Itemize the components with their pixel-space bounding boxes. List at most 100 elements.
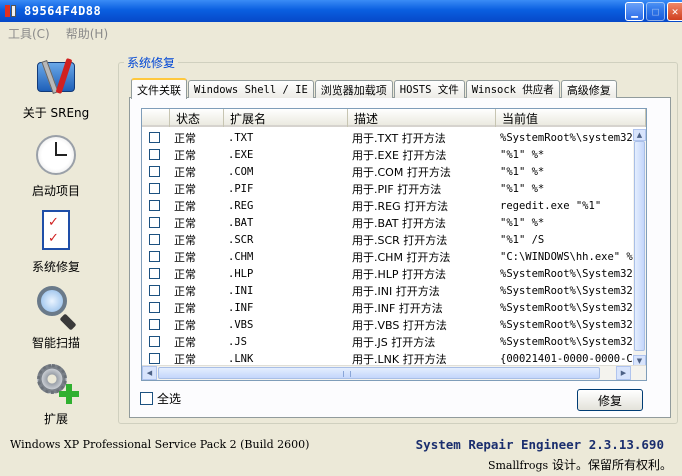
row-current-value: %SystemRoot%\System32\ xyxy=(500,267,634,280)
tab-windows-shell-ie[interactable]: Windows Shell / IE xyxy=(188,80,314,98)
row-checkbox[interactable] xyxy=(149,319,160,330)
menu-help[interactable]: 帮助(H) xyxy=(58,25,116,42)
row-status: 正常 xyxy=(174,131,196,145)
close-button[interactable]: ✕ xyxy=(667,1,682,21)
nav-item-label: 智能扫描 xyxy=(31,336,80,350)
row-checkbox[interactable] xyxy=(149,353,160,364)
table-row[interactable]: 正常 .BAT 用于.BAT 打开方法 "%1" %* xyxy=(142,214,634,231)
row-status: 正常 xyxy=(174,284,196,298)
row-checkbox[interactable] xyxy=(149,166,160,177)
scroll-up-arrow[interactable]: ▲ xyxy=(633,129,646,141)
row-checkbox[interactable] xyxy=(149,234,160,245)
row-status: 正常 xyxy=(174,318,196,332)
table-row[interactable]: 正常 .INI 用于.INI 打开方法 %SystemRoot%\System32\ xyxy=(142,282,634,299)
tab-hosts-file[interactable]: HOSTS 文件 xyxy=(393,80,465,98)
row-current-value: %SystemRoot%\System32\ xyxy=(500,335,634,348)
row-checkbox[interactable] xyxy=(149,200,160,211)
header-checkbox-col[interactable] xyxy=(142,109,170,127)
table-row[interactable]: 正常 .INF 用于.INF 打开方法 %SystemRoot%\System32\ xyxy=(142,299,634,316)
row-current-value: {00021401-0000-0000-C00 xyxy=(500,352,634,365)
group-title: 系统修复 xyxy=(124,54,179,71)
minimize-button[interactable]: ▁ xyxy=(625,1,644,21)
header-current-value[interactable]: 当前值 xyxy=(496,109,646,127)
table-row[interactable]: 正常 .EXE 用于.EXE 打开方法 "%1" %* xyxy=(142,146,634,163)
row-extension: .BAT xyxy=(228,216,254,229)
tab-browser-addons[interactable]: 浏览器加载项 xyxy=(314,80,393,98)
table-row[interactable]: 正常 .VBS 用于.VBS 打开方法 %SystemRoot%\System32\ xyxy=(142,316,634,333)
row-checkbox[interactable] xyxy=(149,217,160,228)
row-extension: .PIF xyxy=(228,182,254,195)
row-current-value: "C:\WINDOWS\hh.exe" %1 xyxy=(500,250,634,263)
table-row[interactable]: 正常 .COM 用于.COM 打开方法 "%1" %* xyxy=(142,163,634,180)
row-checkbox[interactable] xyxy=(149,268,160,279)
row-extension: .SCR xyxy=(228,233,254,246)
row-checkbox[interactable] xyxy=(149,132,160,143)
file-association-list[interactable]: 状态 扩展名 描述 当前值 正常 .TXT 用于.TXT 打开方法 %SystemRo… xyxy=(141,108,647,381)
row-current-value: "%1" %* xyxy=(500,148,545,161)
table-row[interactable]: 正常 .HLP 用于.HLP 打开方法 %SystemRoot%\System32\ xyxy=(142,265,634,282)
row-status: 正常 xyxy=(174,216,196,230)
select-all-checkbox[interactable]: 全选 xyxy=(140,390,181,407)
horizontal-scroll-thumb[interactable] xyxy=(158,367,600,379)
list-body: 正常 .TXT 用于.TXT 打开方法 %SystemRoot%\system32\ 正… xyxy=(142,129,634,367)
row-description: 用于.PIF 打开方法 xyxy=(352,182,442,196)
select-all-label: 全选 xyxy=(157,392,182,406)
row-description: 用于.SCR 打开方法 xyxy=(352,233,448,247)
tab-label: HOSTS 文件 xyxy=(399,84,459,96)
row-checkbox[interactable] xyxy=(149,336,160,347)
magnifier-icon xyxy=(33,284,79,331)
row-checkbox[interactable] xyxy=(149,302,160,313)
tab-winsock-provider[interactable]: Winsock 供应者 xyxy=(465,80,560,98)
tab-label: Windows Shell / IE xyxy=(194,83,308,96)
horizontal-scrollbar[interactable]: ◀ ▶ xyxy=(142,365,646,380)
row-description: 用于.COM 打开方法 xyxy=(352,165,451,179)
row-description: 用于.TXT 打开方法 xyxy=(352,131,446,145)
vertical-scroll-thumb[interactable] xyxy=(634,141,645,351)
row-current-value: %SystemRoot%\System32\ xyxy=(500,301,634,314)
table-row[interactable]: 正常 .REG 用于.REG 打开方法 regedit.exe "%1" xyxy=(142,197,634,214)
row-status: 正常 xyxy=(174,233,196,247)
scroll-left-arrow[interactable]: ◀ xyxy=(142,366,157,380)
checklist-icon: ✓ ✓ xyxy=(33,208,79,254)
product-version: System Repair Engineer 2.3.13.690 xyxy=(415,437,664,452)
row-description: 用于.INI 打开方法 xyxy=(352,284,440,298)
nav-item-system-repair[interactable]: ✓ ✓ 系统修复 xyxy=(0,208,112,275)
nav-item-extensions[interactable]: 扩展 xyxy=(0,360,112,427)
row-description: 用于.JS 打开方法 xyxy=(352,335,436,349)
table-row[interactable]: 正常 .PIF 用于.PIF 打开方法 "%1" %* xyxy=(142,180,634,197)
header-extension[interactable]: 扩展名 xyxy=(224,109,348,127)
row-current-value: regedit.exe "%1" xyxy=(500,199,602,212)
table-row[interactable]: 正常 .SCR 用于.SCR 打开方法 "%1" /S xyxy=(142,231,634,248)
maximize-button[interactable]: □ xyxy=(646,1,665,21)
header-status[interactable]: 状态 xyxy=(170,109,224,127)
repair-button[interactable]: 修复 xyxy=(577,389,643,411)
vertical-scrollbar[interactable]: ▲ ▼ xyxy=(633,129,646,367)
row-checkbox[interactable] xyxy=(149,285,160,296)
tab-strip: 文件关联 Windows Shell / IE 浏览器加载项 HOSTS 文件 … xyxy=(131,78,618,99)
row-description: 用于.INF 打开方法 xyxy=(352,301,443,315)
tab-file-association[interactable]: 文件关联 xyxy=(131,78,187,99)
row-checkbox[interactable] xyxy=(149,251,160,262)
table-row[interactable]: 正常 .JS 用于.JS 打开方法 %SystemRoot%\System32\ xyxy=(142,333,634,350)
scroll-right-arrow[interactable]: ▶ xyxy=(616,366,631,380)
nav-item-label: 关于 SREng xyxy=(22,106,90,120)
row-current-value: "%1" /S xyxy=(500,233,545,246)
tab-advanced-repair[interactable]: 高级修复 xyxy=(560,80,617,98)
header-description[interactable]: 描述 xyxy=(348,109,496,127)
row-status: 正常 xyxy=(174,335,196,349)
table-row[interactable]: 正常 .TXT 用于.TXT 打开方法 %SystemRoot%\system32\ xyxy=(142,129,634,146)
row-extension: .REG xyxy=(228,199,254,212)
nav-item-smart-scan[interactable]: 智能扫描 xyxy=(0,284,112,351)
row-checkbox[interactable] xyxy=(149,149,160,160)
row-current-value: "%1" %* xyxy=(500,165,545,178)
nav-item-startup[interactable]: 启动项目 xyxy=(0,132,112,199)
row-checkbox[interactable] xyxy=(149,183,160,194)
menu-tools[interactable]: 工具(C) xyxy=(0,25,58,42)
clock-icon xyxy=(33,132,79,178)
row-status: 正常 xyxy=(174,182,196,196)
table-row[interactable]: 正常 .CHM 用于.CHM 打开方法 "C:\WINDOWS\hh.exe" %1 xyxy=(142,248,634,265)
title-bar[interactable]: 89564F4D88 ▁ □ ✕ xyxy=(0,0,682,22)
nav-item-about[interactable]: 关于 SREng xyxy=(0,54,112,121)
row-description: 用于.CHM 打开方法 xyxy=(352,250,451,264)
row-current-value: "%1" %* xyxy=(500,182,545,195)
